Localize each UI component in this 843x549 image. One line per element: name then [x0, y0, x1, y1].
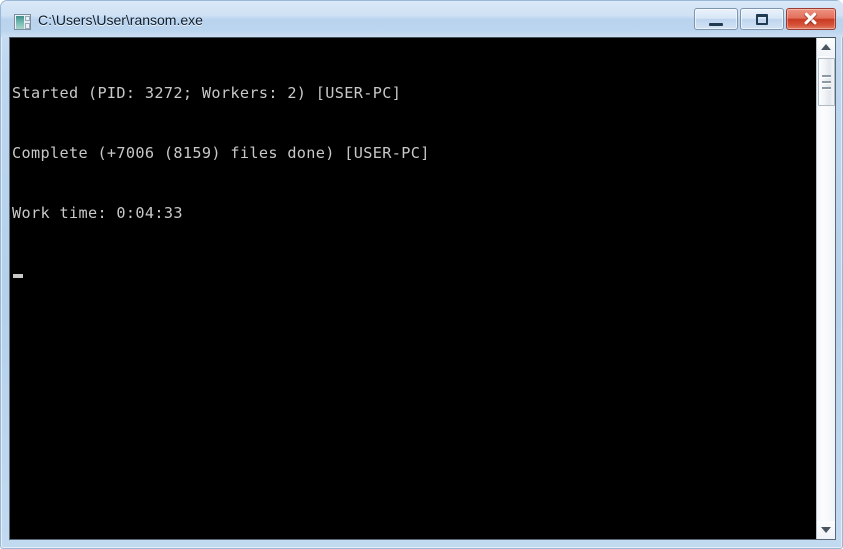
close-button[interactable] [786, 8, 836, 30]
window-controls [694, 8, 836, 32]
chevron-down-icon [821, 527, 831, 533]
title-bar[interactable]: C:\Users\User\ransom.exe [1, 1, 843, 37]
minimize-button[interactable] [694, 8, 738, 30]
grip-line [822, 81, 831, 84]
chevron-up-icon [821, 44, 831, 50]
icon-pane-right-top [25, 16, 30, 21]
console-app-icon [14, 14, 31, 30]
close-icon [803, 11, 818, 26]
icon-pane-right-bottom [25, 23, 30, 29]
maximize-button[interactable] [740, 8, 784, 30]
grip-line [822, 87, 831, 90]
icon-pane-left [16, 16, 24, 29]
console-client-area[interactable]: Started (PID: 3272; Workers: 2) [USER-PC… [9, 37, 836, 540]
vertical-scrollbar[interactable] [816, 38, 835, 539]
window-title: C:\Users\User\ransom.exe [38, 12, 203, 28]
scrollbar-thumb[interactable] [818, 58, 835, 106]
scroll-down-button[interactable] [817, 521, 835, 539]
console-window: C:\Users\User\ransom.exe Started (PID: 3… [0, 0, 843, 549]
console-line: Started (PID: 3272; Workers: 2) [USER-PC… [12, 84, 402, 102]
maximize-icon [756, 14, 768, 25]
console-output: Started (PID: 3272; Workers: 2) [USER-PC… [11, 39, 815, 539]
console-line: Complete (+7006 (8159) files done) [USER… [12, 144, 430, 162]
text-cursor [13, 274, 23, 278]
console-line: Work time: 0:04:33 [12, 204, 183, 222]
scroll-up-button[interactable] [817, 38, 835, 56]
minimize-icon [709, 23, 723, 26]
console-cursor-line [12, 263, 815, 283]
grip-line [822, 75, 831, 78]
